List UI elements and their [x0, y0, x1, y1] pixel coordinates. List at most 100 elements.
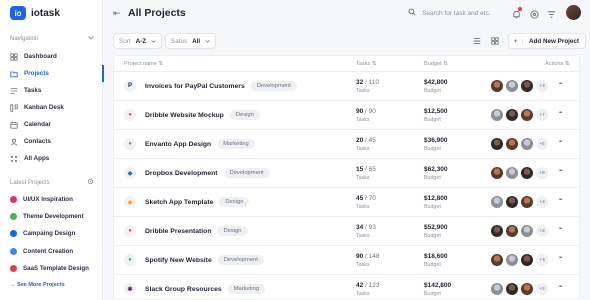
more-options-icon[interactable]: •••: [559, 284, 562, 290]
grid-view-button[interactable]: [487, 33, 503, 49]
latest-project-item[interactable]: Campaing Design: [0, 225, 103, 242]
column-header-name[interactable]: Project name ⇅: [124, 61, 163, 67]
table-row[interactable]: ● Dribble Website Mockup Design 90 / 90 Task…: [114, 101, 579, 130]
latest-project-item[interactable]: Theme Development: [0, 208, 103, 225]
project-name-cell[interactable]: Spotify New Website Development: [145, 255, 264, 265]
search-box[interactable]: Search for task and etc.: [408, 8, 491, 18]
project-name-cell[interactable]: Dribble Website Mockup Design: [145, 110, 260, 120]
filter-icon[interactable]: [545, 8, 557, 20]
more-options-icon[interactable]: •••: [559, 226, 562, 232]
search-input[interactable]: Search for task and etc.: [422, 10, 491, 17]
avatar[interactable]: [491, 80, 503, 92]
more-members-badge[interactable]: +3: [536, 80, 548, 92]
avatar[interactable]: [506, 109, 518, 121]
more-members-badge[interactable]: +9: [536, 167, 548, 179]
more-members-badge[interactable]: +3: [536, 254, 548, 266]
avatar[interactable]: [521, 225, 533, 237]
avatar[interactable]: [521, 109, 533, 121]
status-select[interactable]: Satus All: [165, 33, 217, 49]
avatar[interactable]: [506, 225, 518, 237]
collapse-sidebar-icon[interactable]: ⇤: [113, 8, 121, 19]
sidebar-item-projects[interactable]: Projects: [0, 65, 104, 82]
list-view-button[interactable]: [469, 33, 485, 49]
avatar[interactable]: [506, 254, 518, 266]
avatar[interactable]: [506, 196, 518, 208]
latest-project-item[interactable]: Content Creation: [0, 243, 103, 260]
avatar[interactable]: [491, 138, 503, 150]
project-tag: Development: [217, 255, 264, 265]
avatar[interactable]: [521, 196, 533, 208]
more-options-icon[interactable]: •••: [559, 110, 562, 116]
table-row[interactable]: ● Dribble Presentation Design 34 / 93 Tasks $…: [114, 217, 579, 246]
avatar[interactable]: [491, 196, 503, 208]
member-avatars[interactable]: +7: [491, 109, 548, 121]
column-header-actions[interactable]: Actions ⇅: [545, 61, 570, 67]
see-more-projects-link[interactable]: → See More Projects: [10, 282, 65, 288]
avatar[interactable]: [521, 80, 533, 92]
avatar[interactable]: [491, 167, 503, 179]
app-logo[interactable]: io iotask: [10, 6, 60, 20]
user-avatar[interactable]: [566, 5, 581, 20]
avatar[interactable]: [506, 138, 518, 150]
sidebar-item-all-apps[interactable]: All Apps: [0, 150, 103, 167]
column-header-budget[interactable]: Budget ⇅: [424, 61, 448, 67]
sidebar-item-calendar[interactable]: Calendar: [0, 116, 103, 133]
project-name-cell[interactable]: Envanto App Design Marketing: [145, 139, 255, 149]
sidebar-item-kanban-desk[interactable]: Kanban Desk: [0, 99, 103, 116]
more-members-badge[interactable]: +3: [536, 225, 548, 237]
project-name-cell[interactable]: Sketch App Template Design: [145, 197, 250, 207]
more-options-icon[interactable]: •••: [559, 255, 562, 261]
project-name-cell[interactable]: Dropbox Development Development: [145, 168, 270, 178]
tasks-done: 32: [356, 79, 364, 86]
sidebar-item-contacts[interactable]: Contacts: [0, 133, 103, 150]
project-name-cell[interactable]: Invoices for PayPal Customers Development: [145, 81, 297, 91]
project-name-cell[interactable]: Dribble Presentation Design: [145, 226, 248, 236]
avatar[interactable]: [506, 167, 518, 179]
add-new-project-button[interactable]: + Add New Project: [508, 33, 587, 49]
member-avatars[interactable]: +3: [491, 196, 548, 208]
more-members-badge[interactable]: +3: [536, 196, 548, 208]
more-members-badge[interactable]: +7: [536, 109, 548, 121]
avatar[interactable]: [521, 254, 533, 266]
table-row[interactable]: ● Spotify New Website Development 90 / 148 T…: [114, 246, 579, 275]
nav-section-header[interactable]: Navigation: [10, 36, 94, 42]
settings-icon[interactable]: [87, 178, 94, 187]
member-avatars[interactable]: +3: [491, 80, 548, 92]
avatar[interactable]: [506, 283, 518, 295]
sidebar-item-tasks[interactable]: Tasks: [0, 82, 103, 99]
avatar[interactable]: [521, 138, 533, 150]
member-avatars[interactable]: +3: [491, 254, 548, 266]
project-tag: Design: [219, 197, 250, 207]
table-row[interactable]: ✱ Slack Group Resources Marketing 42 / 123 T…: [114, 275, 579, 299]
latest-project-item[interactable]: SaaS Template Design: [0, 260, 103, 277]
avatar[interactable]: [491, 283, 503, 295]
member-avatars[interactable]: +9: [491, 167, 548, 179]
avatar[interactable]: [491, 109, 503, 121]
more-options-icon[interactable]: •••: [559, 139, 562, 145]
project-name-cell[interactable]: Slack Group Resources Marketing: [145, 284, 266, 294]
budget-caption: Budget: [424, 204, 441, 210]
column-header-tasks[interactable]: Tasks ⇅: [356, 61, 377, 67]
sort-select[interactable]: Sort A-Z: [113, 33, 163, 49]
table-row[interactable]: P Invoices for PayPal Customers Developmen…: [114, 72, 579, 101]
table-row[interactable]: ◆ Sketch App Template Design 45 / 70 Tasks $1…: [114, 188, 579, 217]
table-row[interactable]: ● Envanto App Design Marketing 20 / 45 Tasks…: [114, 130, 579, 159]
member-avatars[interactable]: +3: [491, 283, 548, 295]
avatar[interactable]: [491, 254, 503, 266]
member-avatars[interactable]: +3: [491, 225, 548, 237]
more-options-icon[interactable]: •••: [559, 197, 562, 203]
avatar[interactable]: [521, 283, 533, 295]
bell-icon[interactable]: [510, 7, 522, 20]
more-members-badge[interactable]: +5: [536, 138, 548, 150]
table-row[interactable]: ◆ Dropbox Development Development 15 / 65 Ta…: [114, 159, 579, 188]
avatar[interactable]: [521, 167, 533, 179]
sidebar-item-dashboard[interactable]: Dashboard: [0, 48, 103, 65]
more-options-icon[interactable]: •••: [559, 168, 562, 174]
avatar[interactable]: [506, 80, 518, 92]
more-options-icon[interactable]: •••: [559, 81, 562, 87]
help-icon[interactable]: [528, 8, 540, 20]
more-members-badge[interactable]: +3: [536, 283, 548, 295]
avatar[interactable]: [491, 225, 503, 237]
latest-project-item[interactable]: UI/UX Inspiration: [0, 191, 103, 208]
member-avatars[interactable]: +5: [491, 138, 548, 150]
